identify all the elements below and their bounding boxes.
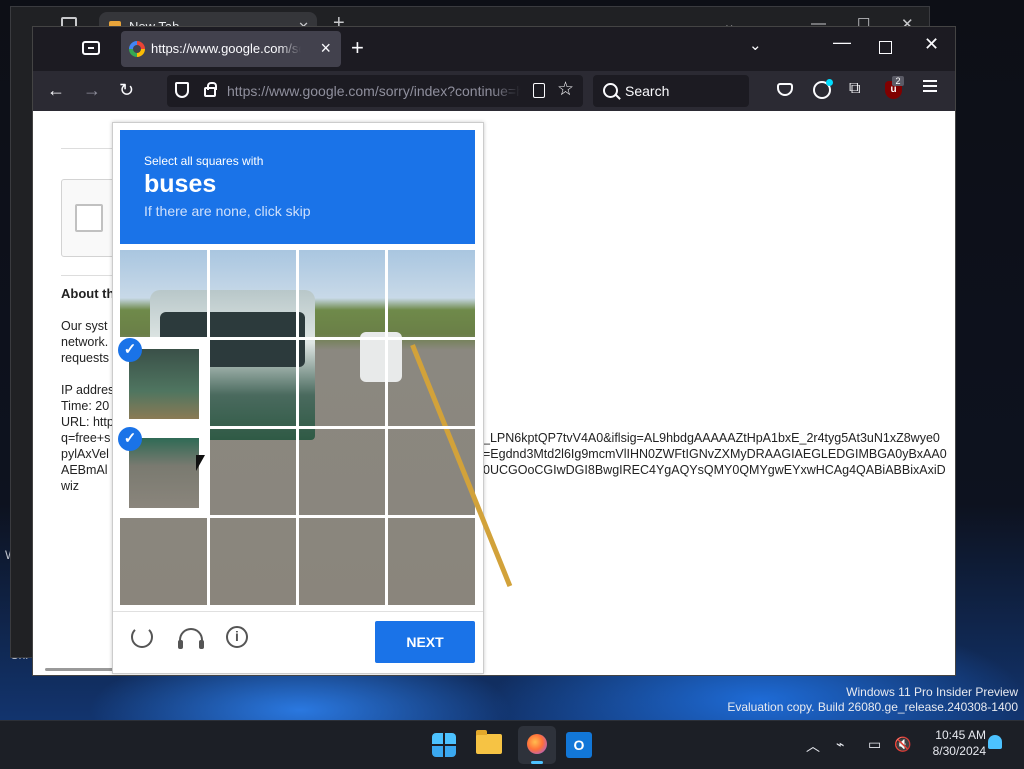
show-hidden-icons-chevron-icon[interactable]: ︿ [806, 736, 820, 756]
headphones-audio-icon[interactable] [178, 628, 204, 649]
active-tab[interactable]: https://www.google.com/search × [121, 31, 341, 67]
url-text[interactable]: https://www.google.com/sorry/index?conti… [227, 83, 521, 99]
maximize-button[interactable] [879, 41, 892, 54]
page-text-line: network. [61, 335, 109, 349]
captcha-tile[interactable] [388, 340, 475, 426]
divider [113, 611, 483, 612]
tracking-protection-shield-icon[interactable] [175, 82, 189, 98]
watermark-line: Evaluation copy. Build 26080.ge_release.… [727, 700, 1018, 714]
page-content: About th Our syst network. requests IP a… [33, 111, 955, 675]
firefox-window: https://www.google.com/search × + ⌄ — ✕ … [32, 26, 956, 676]
firefox-view-icon[interactable] [82, 41, 100, 55]
pocket-icon[interactable] [777, 83, 793, 96]
tab-title: https://www.google.com/search [151, 41, 301, 56]
firefox-logo-icon [527, 734, 547, 754]
captcha-target-word: buses [144, 170, 217, 198]
search-icon [603, 83, 618, 98]
divider [61, 275, 113, 276]
watermark-line: Windows 11 Pro Insider Preview [846, 685, 1018, 699]
captcha-header: Select all squares with buses If there a… [120, 130, 475, 244]
checkmark-icon: ✓ [118, 338, 142, 362]
google-favicon-icon [129, 41, 145, 57]
next-button[interactable]: NEXT [375, 621, 475, 663]
captcha-tile[interactable] [210, 250, 296, 337]
mouse-cursor-icon [196, 455, 205, 471]
reader-view-icon[interactable] [533, 83, 545, 98]
hamburger-menu-icon[interactable] [923, 85, 937, 87]
page-text-line: wiz [61, 479, 80, 493]
windows-watermark: Windows 11 Pro Insider Preview Evaluatio… [727, 685, 1018, 715]
search-placeholder: Search [625, 83, 670, 99]
volume-muted-icon[interactable]: 🔇 [894, 736, 911, 753]
captcha-tile-selected[interactable]: ✓ [118, 338, 209, 429]
list-all-tabs-chevron-icon[interactable]: ⌄ [749, 36, 762, 54]
back-button[interactable]: ← [47, 80, 65, 101]
captcha-image-grid: ✓ ✓ [118, 250, 513, 605]
page-text-line: AEBmAl [61, 463, 108, 477]
captcha-tile[interactable] [120, 250, 207, 337]
reload-button[interactable]: ↻ [119, 80, 134, 101]
search-box[interactable]: Search [593, 75, 749, 107]
ublock-count-badge: 2 [892, 76, 904, 86]
navigation-toolbar: ← → ↻ https://www.google.com/sorry/index… [33, 71, 955, 111]
start-windows-icon[interactable] [432, 733, 456, 757]
active-indicator [531, 761, 543, 764]
bookmark-star-icon[interactable]: ☆ [557, 78, 574, 101]
captcha-tile[interactable] [120, 518, 207, 605]
url-bar[interactable]: https://www.google.com/sorry/index?conti… [167, 75, 583, 107]
firefox-taskbar-icon[interactable] [518, 726, 556, 764]
file-explorer-icon[interactable] [476, 730, 502, 754]
clock-date: 8/30/2024 [932, 744, 986, 758]
page-text-line: Our syst [61, 319, 108, 333]
lock-icon[interactable] [204, 82, 217, 97]
page-url-fragment: _LPN6kptQP7tvV4A0&iflsig=AL9hbdgAAAAAZtH… [483, 431, 940, 445]
captcha-hint: If there are none, click skip [144, 203, 311, 219]
page-text-line: URL: http [61, 415, 114, 429]
tab-bar: https://www.google.com/search × + ⌄ — ✕ [33, 27, 955, 71]
recaptcha-checkbox[interactable] [75, 204, 103, 232]
minimize-button[interactable]: — [833, 32, 851, 53]
page-text-line: Time: 20 [61, 399, 110, 413]
about-heading: About th [61, 286, 115, 301]
extensions-puzzle-icon[interactable]: ⧉ [849, 80, 860, 98]
page-text-line: requests [61, 351, 109, 365]
checkmark-icon: ✓ [118, 427, 142, 451]
page-url-fragment: 0UCGOoCGIwDGI8BwgIREC4YgAQYsQMY0QMYgwEYx… [483, 463, 946, 477]
close-window-button[interactable]: ✕ [924, 34, 939, 55]
captcha-tile-selected[interactable]: ✓ [118, 427, 209, 518]
page-text-line: q=free+s [61, 431, 111, 445]
notification-bell-icon[interactable] [988, 735, 1002, 749]
captcha-tile[interactable] [299, 518, 385, 605]
account-icon[interactable] [813, 79, 833, 99]
new-tab-button[interactable]: + [351, 35, 364, 61]
outlook-icon[interactable]: O [566, 732, 592, 758]
page-url-fragment: =Egdnd3Mtd2l6Ig9mcmVlIHN0ZWFtIGNvZXMyDRA… [483, 447, 947, 461]
reload-challenge-icon[interactable] [131, 626, 153, 648]
network-disconnected-icon[interactable]: ⌁ [836, 736, 844, 753]
captcha-tile[interactable] [299, 250, 385, 337]
captcha-tile[interactable] [299, 429, 385, 515]
display-icon[interactable]: ▭ [868, 736, 881, 753]
captcha-tile[interactable] [210, 429, 296, 515]
captcha-tile[interactable] [388, 518, 475, 605]
divider [61, 148, 113, 149]
forward-button[interactable]: → [83, 80, 101, 101]
system-clock[interactable]: 10:45 AM 8/30/2024 [933, 727, 986, 759]
captcha-tile[interactable] [388, 250, 475, 337]
page-text-line: pylAxVel [61, 447, 109, 461]
captcha-tile[interactable] [210, 340, 296, 426]
info-icon[interactable]: i [226, 626, 248, 648]
page-text-line: IP addres [61, 383, 115, 397]
tab-close-icon[interactable]: × [320, 38, 331, 59]
captcha-instruction: Select all squares with [144, 154, 264, 168]
taskbar: O ︿ ⌁ ▭ 🔇 10:45 AM 8/30/2024 [0, 720, 1024, 769]
captcha-tile[interactable] [299, 340, 385, 426]
captcha-tile[interactable] [210, 518, 296, 605]
captcha-tile[interactable] [388, 429, 475, 515]
captcha-challenge: Select all squares with buses If there a… [112, 122, 513, 674]
clock-time: 10:45 AM [935, 728, 986, 742]
